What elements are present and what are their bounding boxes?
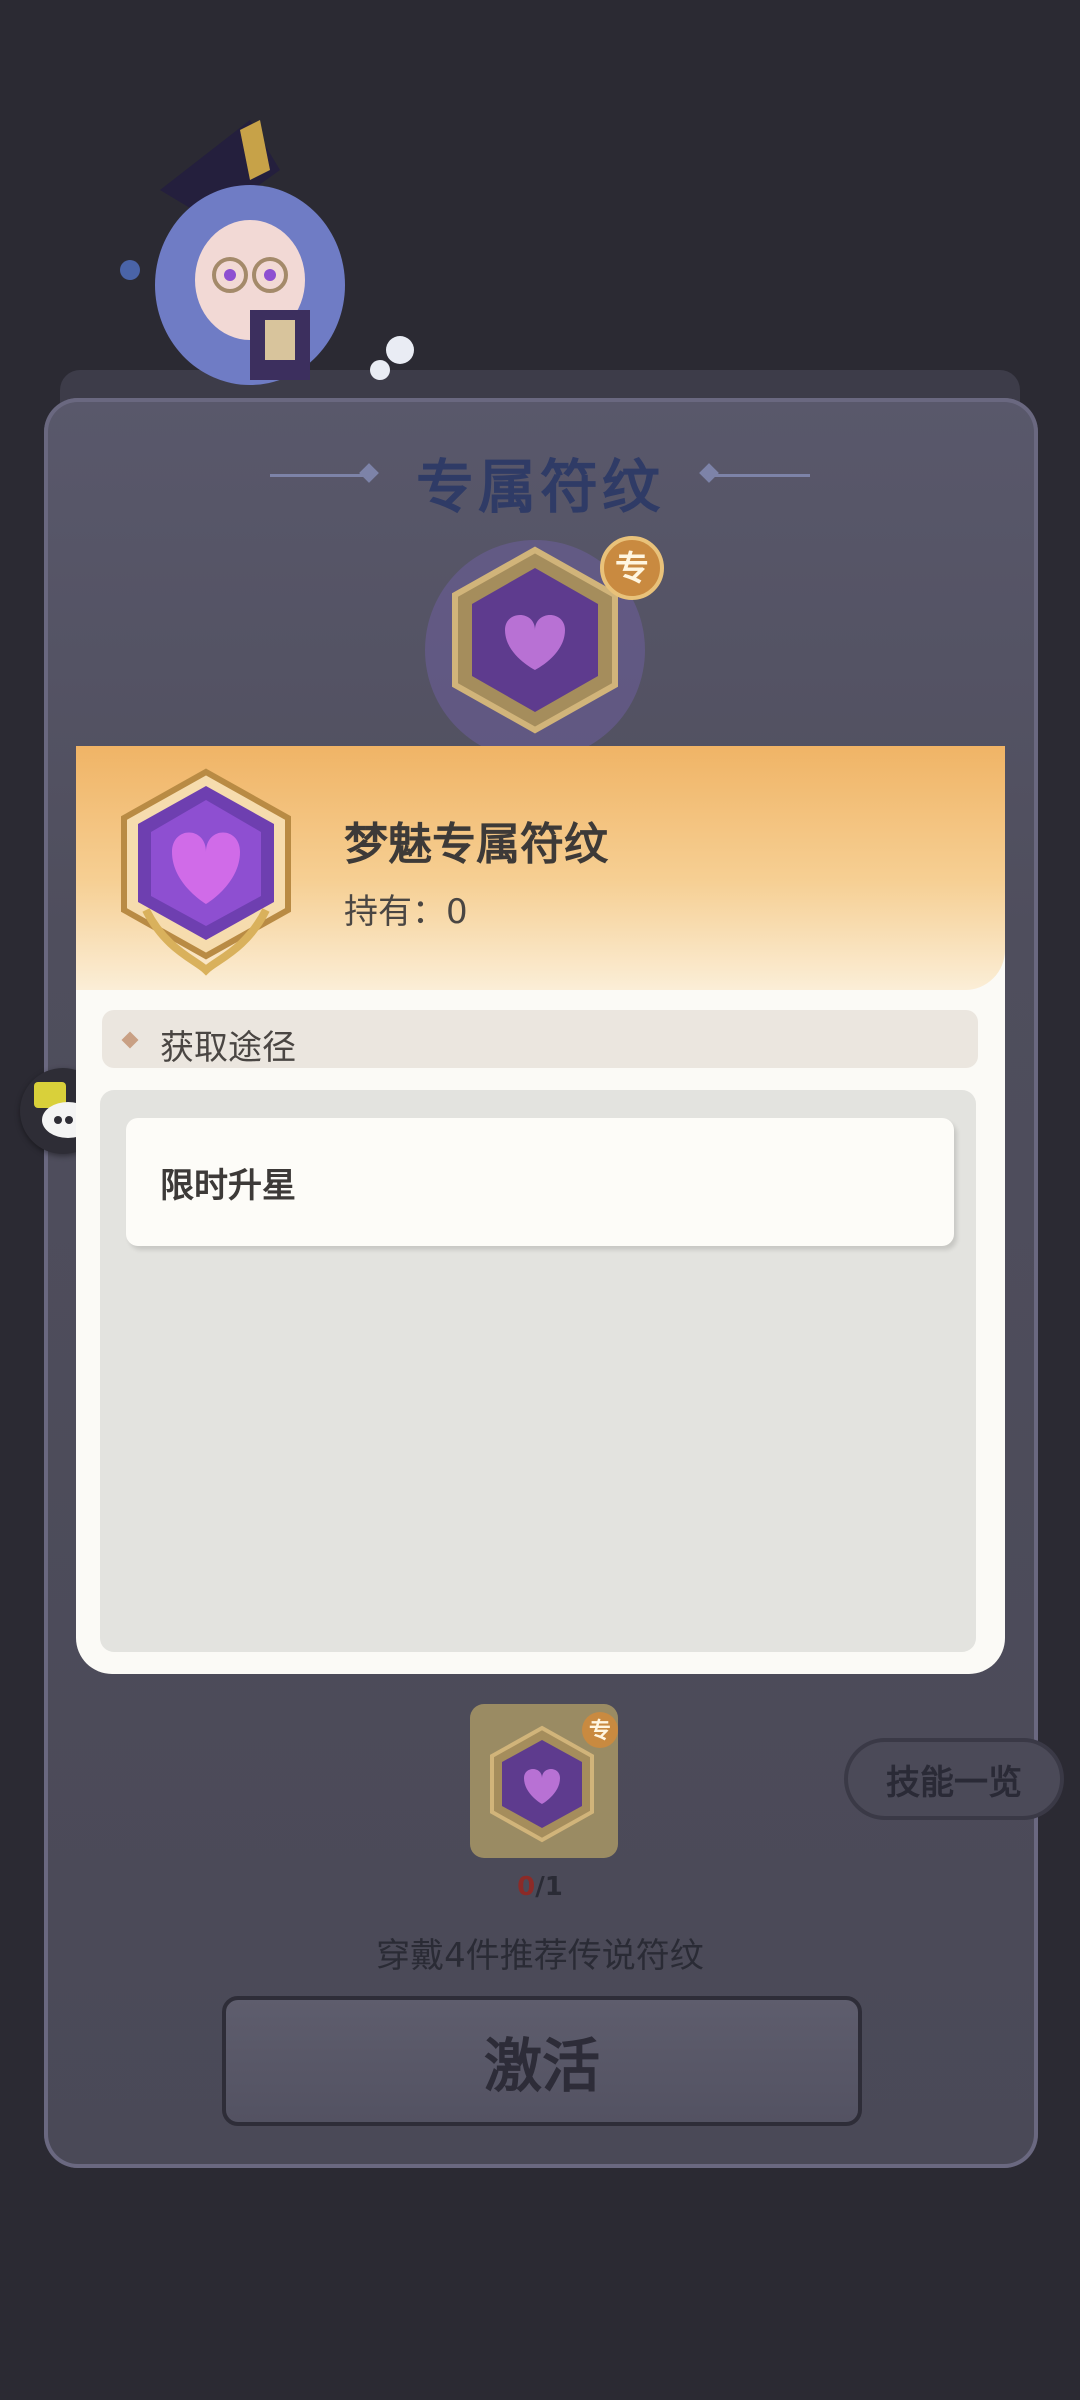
- rune-slot-icon: 专: [490, 1712, 618, 1843]
- popup-title: 梦魅专属符纹: [344, 819, 608, 870]
- acquisition-item-limited-star-up[interactable]: 限时升星: [126, 1118, 954, 1246]
- rune-count-current: 0: [517, 1872, 536, 1902]
- panel-title: 专属符纹: [415, 453, 664, 521]
- rune-count: 0/1: [0, 1872, 1080, 1902]
- exclusive-rune-emblem: 专: [425, 536, 664, 760]
- acquisition-section-label: 获取途径: [160, 1028, 296, 1068]
- skill-overview-button[interactable]: 技能一览: [844, 1738, 1064, 1820]
- heart-rune-hexagon-icon: [121, 768, 291, 976]
- activate-button[interactable]: 激活: [222, 1996, 862, 2126]
- owned-count: 持有：0: [344, 892, 468, 932]
- svg-text:专: 专: [615, 549, 649, 589]
- recommend-text: 穿戴4件推荐传说符纹: [376, 1936, 704, 1976]
- rune-count-total: /1: [535, 1872, 563, 1902]
- character-portrait: [120, 120, 414, 385]
- svg-text:专: 专: [589, 1718, 611, 1744]
